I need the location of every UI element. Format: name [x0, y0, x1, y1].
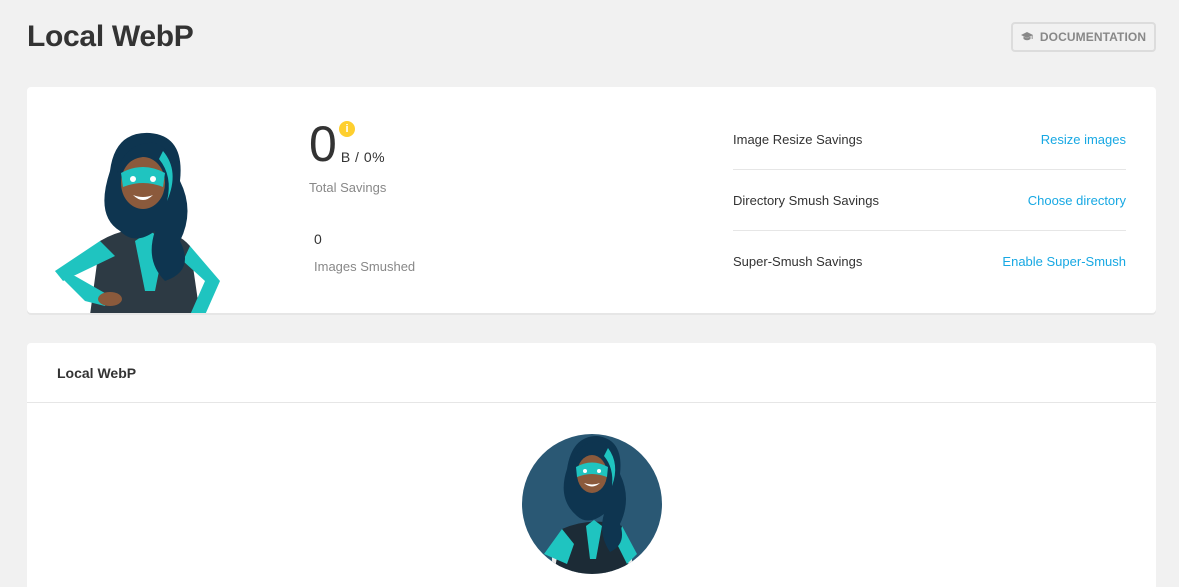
documentation-button[interactable]: DOCUMENTATION — [1011, 22, 1156, 52]
total-savings-label: Total Savings — [309, 180, 387, 195]
hero-illustration — [55, 131, 225, 313]
resize-images-link[interactable]: Resize images — [1041, 132, 1126, 147]
page-header: Local WebP DOCUMENTATION — [27, 14, 1156, 60]
savings-row-super-smush: Super-Smush Savings Enable Super-Smush — [733, 231, 1126, 292]
images-smushed-value: 0 — [314, 231, 322, 247]
webp-avatar-illustration — [522, 434, 662, 574]
images-smushed-label: Images Smushed — [314, 259, 416, 274]
savings-list: Image Resize Savings Resize images Direc… — [733, 109, 1126, 292]
webp-card-header: Local WebP — [27, 343, 1156, 403]
savings-row-label: Super-Smush Savings — [733, 254, 863, 269]
savings-row-label: Directory Smush Savings — [733, 192, 879, 208]
webp-card: Local WebP — [27, 343, 1156, 587]
page-title: Local WebP — [27, 20, 194, 53]
enable-super-smush-link[interactable]: Enable Super-Smush — [1002, 254, 1126, 269]
savings-row-directory: Directory Smush Savings Choose directory — [733, 170, 1126, 231]
total-savings-unit: B / 0% — [340, 149, 386, 165]
summary-card: 0 B / 0% i Total Savings 0 Images Smushe… — [27, 87, 1156, 313]
info-icon[interactable]: i — [339, 121, 355, 137]
webp-card-title: Local WebP — [57, 364, 137, 381]
total-savings-number: 0 — [309, 116, 337, 172]
graduation-cap-icon — [1020, 32, 1033, 42]
choose-directory-link[interactable]: Choose directory — [1028, 193, 1126, 208]
documentation-button-label: DOCUMENTATION — [1039, 30, 1147, 44]
savings-row-resize: Image Resize Savings Resize images — [733, 109, 1126, 170]
savings-row-label: Image Resize Savings — [733, 131, 863, 147]
